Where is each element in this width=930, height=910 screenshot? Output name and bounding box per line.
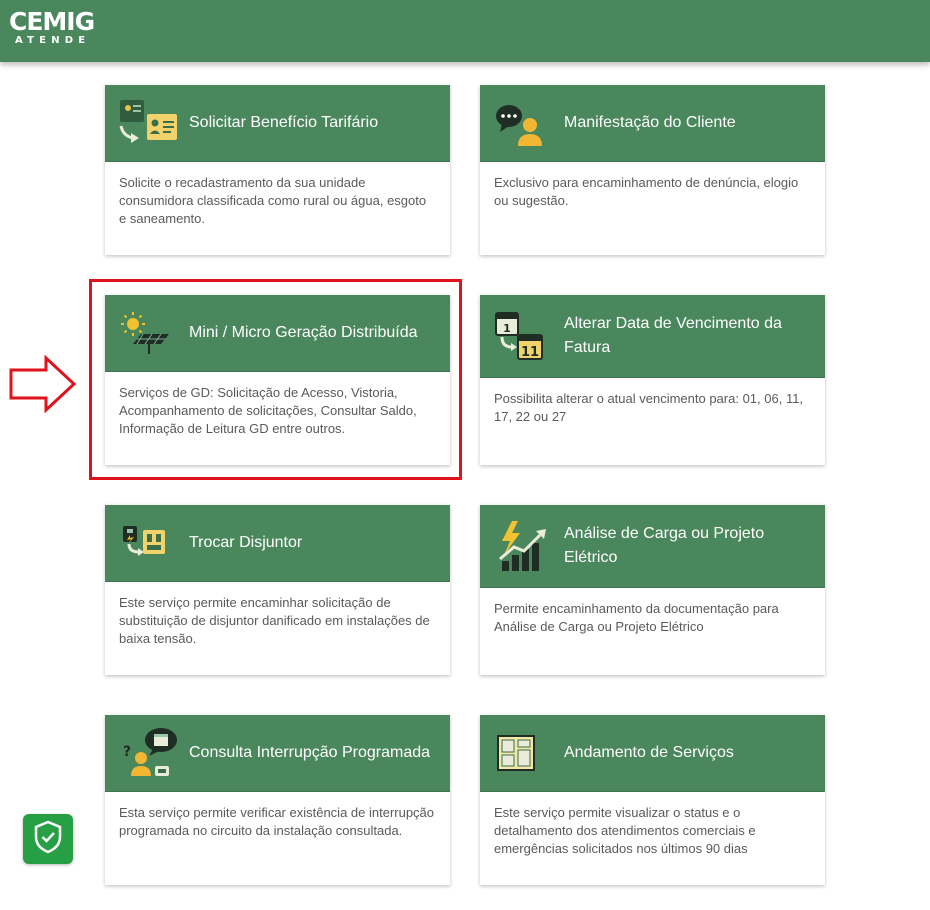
card-header[interactable]: Andamento de Serviços	[480, 715, 825, 792]
shield-check-icon	[33, 820, 63, 859]
card-header[interactable]: Trocar Disjuntor	[105, 505, 450, 582]
card-alterar-data-vencimento[interactable]: 1 11 Alterar Data de Vencimento da Fatur…	[480, 295, 825, 465]
card-header[interactable]: Manifestação do Cliente	[480, 85, 825, 162]
breaker-swap-icon	[119, 512, 181, 574]
scheduled-outage-icon: ?	[119, 722, 181, 784]
security-badge[interactable]	[23, 814, 73, 864]
logo-subtext: ATENDE	[15, 35, 91, 46]
card-description: Exclusivo para encaminhamento de denúnci…	[494, 175, 799, 208]
card-header[interactable]: 1 11 Alterar Data de Vencimento da Fatur…	[480, 295, 825, 378]
cemig-logo[interactable]: CEMIG ATENDE	[9, 7, 95, 47]
card-title: Mini / Micro Geração Distribuída	[189, 324, 418, 341]
card-description: Permite encaminhamento da documentação p…	[494, 601, 779, 634]
card-header[interactable]: Solicitar Benefício Tarifário	[105, 85, 450, 162]
logo-text: CEMIG	[9, 7, 95, 36]
card-manifestacao-do-cliente[interactable]: Manifestação do Cliente Exclusivo para e…	[480, 85, 825, 255]
calendar-icon: 1 11	[494, 305, 556, 367]
card-header[interactable]: ? Consulta Interrupção Programada	[105, 715, 450, 792]
card-analise-de-carga[interactable]: Análise de Carga ou Projeto Elétrico Per…	[480, 505, 825, 675]
svg-text:11: 11	[521, 345, 539, 360]
top-bar: CEMIG ATENDE	[0, 0, 930, 62]
card-description: Esta serviço permite verificar existênci…	[119, 805, 435, 838]
card-header[interactable]: Mini / Micro Geração Distribuída	[105, 295, 450, 372]
card-title: Trocar Disjuntor	[189, 534, 303, 551]
load-analysis-icon	[494, 515, 556, 577]
card-title: Consulta Interrupção Programada	[189, 744, 431, 761]
card-title: Manifestação do Cliente	[564, 114, 736, 131]
service-progress-icon	[494, 722, 556, 784]
solar-panel-icon	[119, 302, 181, 364]
card-title: Alterar Data de Vencimento da Fatura	[564, 315, 782, 356]
card-andamento-de-servicos[interactable]: Andamento de Serviços Este serviço permi…	[480, 715, 825, 885]
card-solicitar-beneficio-tarifario[interactable]: Solicitar Benefício Tarifário Solicite o…	[105, 85, 450, 255]
card-mini-micro-geracao-distribuida[interactable]: Mini / Micro Geração Distribuída Serviço…	[105, 295, 450, 465]
card-description: Solicite o recadastramento da sua unidad…	[119, 175, 427, 226]
card-title: Andamento de Serviços	[564, 744, 734, 761]
card-trocar-disjuntor[interactable]: Trocar Disjuntor Este serviço permite en…	[105, 505, 450, 675]
card-consulta-interrupcao-programada[interactable]: ? Consulta Interrupção Programada Esta s…	[105, 715, 450, 885]
manifestacao-cliente-icon	[494, 92, 556, 154]
svg-text:1: 1	[503, 322, 511, 335]
card-title: Análise de Carga ou Projeto Elétrico	[564, 525, 765, 566]
right-arrow-icon	[8, 354, 78, 418]
card-description: Este serviço permite visualizar o status…	[494, 805, 756, 856]
card-description: Serviços de GD: Solicitação de Acesso, V…	[119, 385, 417, 436]
card-description: Possibilita alterar o atual vencimento p…	[494, 391, 804, 424]
svg-text:?: ?	[123, 744, 131, 760]
card-description: Este serviço permite encaminhar solicita…	[119, 595, 430, 646]
beneficio-tarifario-icon	[119, 92, 181, 154]
card-title: Solicitar Benefício Tarifário	[189, 114, 379, 131]
card-header[interactable]: Análise de Carga ou Projeto Elétrico	[480, 505, 825, 588]
